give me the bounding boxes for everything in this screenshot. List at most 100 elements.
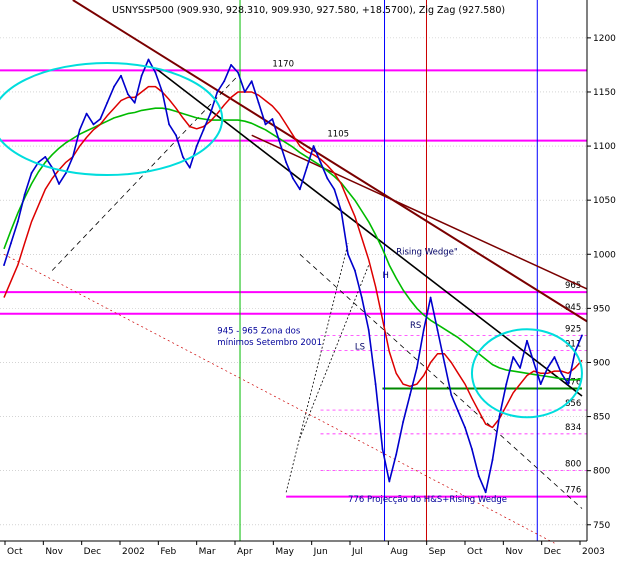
price-point [319, 161, 322, 164]
x-tick-label: 2002 [122, 547, 145, 557]
annotation-label: 945 - 965 Zona dos [217, 326, 301, 336]
annotation-label: LS [355, 342, 365, 352]
price-point [532, 361, 535, 364]
price-point [347, 253, 349, 256]
price-point [271, 118, 274, 120]
price-chart: 11701105965945925911876856834800776 Risi… [0, 0, 616, 557]
level-label-834: 834 [565, 423, 581, 433]
price-point [512, 356, 515, 358]
price-point [264, 123, 267, 126]
price-point [30, 172, 33, 175]
price-point [58, 183, 60, 185]
price-point [154, 71, 157, 74]
level-label-800: 800 [565, 460, 581, 470]
x-tick-label: Jun [313, 547, 328, 557]
annotation-label: 776 Projecção do H&S+Rising Wedge [348, 495, 507, 505]
annotation-label: RS [410, 321, 421, 331]
y-tick-label: 800 [593, 467, 610, 477]
price-point [581, 334, 583, 337]
price-point [436, 329, 439, 331]
price-point [326, 177, 329, 180]
x-tick-label: Jul [351, 547, 363, 557]
price-point [526, 339, 528, 342]
price-point [147, 58, 150, 61]
price-point [216, 91, 219, 93]
price-point [44, 155, 47, 158]
price-point [553, 356, 556, 358]
level-label-925: 925 [565, 324, 581, 334]
chart: 1170 1105 965 945 925 911 876 856 834 800 776 Risi… [0, 0, 629, 557]
y-tick-label: 750 [593, 521, 610, 531]
price-point [182, 155, 184, 158]
price-point [120, 74, 122, 77]
x-tick-label: Dec [84, 547, 101, 557]
trendline-mid [251, 134, 588, 290]
price-point [381, 448, 384, 450]
trendline-upper [72, 0, 588, 323]
price-point [168, 123, 171, 126]
y-tick-label: 1000 [593, 250, 616, 260]
price-point [519, 366, 521, 369]
x-tick-label: Feb [160, 547, 176, 557]
x-tick-label: May [275, 547, 294, 557]
price-point [312, 145, 315, 147]
price-point [388, 480, 391, 483]
level-label-776: 776 [565, 486, 581, 496]
x-tick-label: Apr [237, 547, 253, 557]
x-tick-label: Nov [505, 547, 523, 557]
price-point [230, 64, 232, 66]
price-point [106, 101, 109, 104]
price-point [278, 139, 281, 142]
price-point [422, 329, 425, 331]
price-point [567, 383, 570, 386]
x-tick-label: Mar [199, 547, 216, 557]
y-tick-label: 1050 [593, 196, 616, 206]
annotation-label: mínimos Setembro 2001 [217, 338, 322, 348]
price-point [71, 155, 74, 158]
x-tick-label: Nov [45, 547, 63, 557]
price-point [498, 415, 501, 418]
x-tick-label: Sep [429, 547, 446, 557]
price-point [133, 101, 136, 104]
chart-title: USNYSSP500 (909.930, 928.310, 909.930, 9… [112, 5, 505, 16]
price-point [16, 220, 19, 223]
level-label-945: 945 [565, 303, 581, 313]
price-point [395, 453, 398, 456]
price-point [243, 91, 246, 93]
price-point [505, 383, 508, 386]
price-point [443, 361, 446, 364]
price-point [195, 145, 198, 147]
price-point [250, 80, 253, 83]
price-point [85, 112, 88, 115]
price-point [560, 372, 563, 375]
price-point [23, 193, 26, 196]
y-tick-label: 950 [593, 304, 610, 314]
price-point [484, 491, 487, 494]
price-point [292, 177, 294, 180]
price-point [9, 242, 12, 245]
price-point [298, 188, 301, 191]
y-tick-label: 1150 [593, 88, 616, 98]
price-point [285, 161, 288, 164]
price-point [409, 394, 411, 396]
y-tick-label: 1100 [593, 142, 616, 152]
price-point [223, 80, 226, 83]
price-point [340, 210, 343, 212]
price-point [360, 296, 363, 299]
price-point [161, 91, 164, 93]
price-point [78, 128, 81, 131]
price-point [374, 383, 377, 386]
x-tick-label: 2003 [582, 547, 605, 557]
price-point [140, 74, 143, 77]
price-point [367, 329, 370, 331]
price-point [354, 269, 356, 272]
price-point [99, 118, 102, 120]
x-tick-label: Dec [544, 547, 561, 557]
y-tick-label: 850 [593, 413, 610, 423]
price-point [457, 410, 460, 413]
price-point [333, 188, 336, 191]
series-line-price [3, 58, 583, 494]
price-point [471, 448, 473, 450]
price-point [546, 366, 549, 369]
price-point [92, 123, 95, 126]
